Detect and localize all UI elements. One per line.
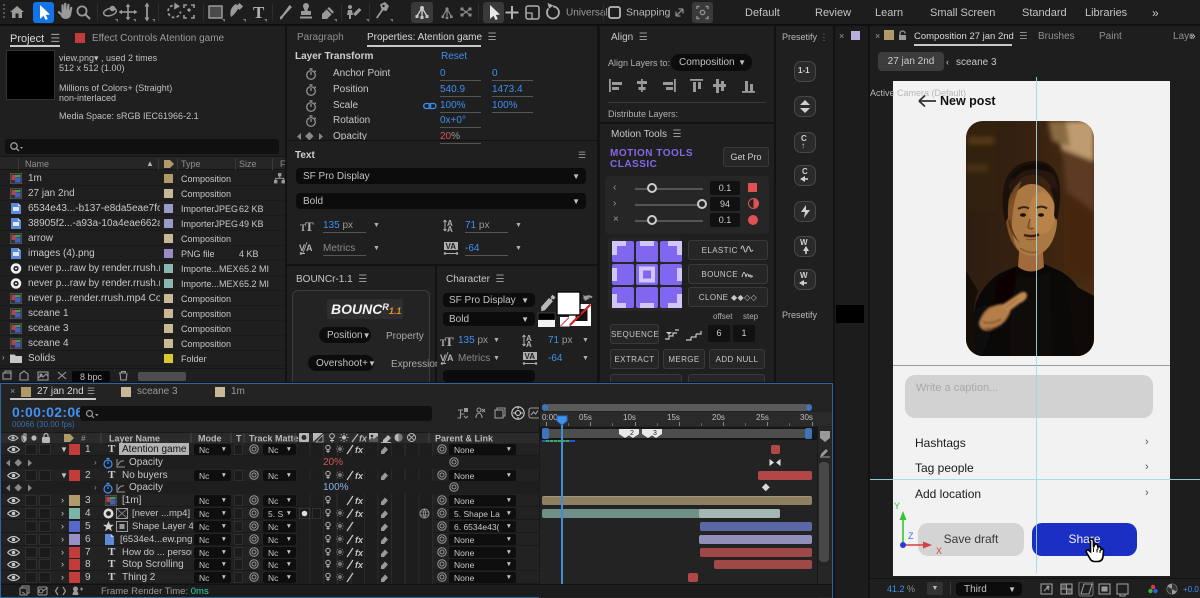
svg-text:»: » [1152, 6, 1159, 20]
svg-text:T: T [236, 434, 242, 444]
svg-text:fx: fx [355, 496, 364, 506]
svg-text:fx: fx [355, 445, 364, 455]
svg-text:V: V [299, 243, 305, 253]
svg-text:Mode: Mode [198, 434, 222, 444]
svg-text:A: A [447, 353, 454, 363]
svg-text:3: 3 [653, 430, 657, 437]
svg-text:Parent & Link: Parent & Link [435, 434, 494, 444]
svg-text:A: A [306, 243, 313, 253]
svg-text:T: T [253, 3, 265, 22]
svg-text:fx: fx [355, 535, 364, 545]
svg-text:Universal: Universal [566, 8, 608, 19]
svg-text:fx: fx [355, 560, 364, 570]
svg-text:Learn: Learn [875, 7, 903, 19]
svg-text:Z: Z [908, 531, 914, 541]
svg-text:Small Screen: Small Screen [930, 7, 995, 19]
svg-text:Snapping: Snapping [626, 7, 671, 19]
svg-text:VA: VA [446, 242, 457, 251]
svg-text:Default: Default [745, 7, 780, 19]
svg-text:2: 2 [630, 430, 634, 437]
svg-text:fx: fx [355, 471, 364, 481]
svg-text:Y: Y [894, 501, 900, 511]
svg-text:V: V [440, 353, 446, 363]
svg-text:X: X [936, 546, 942, 556]
svg-text:Track Matte: Track Matte [249, 434, 299, 444]
svg-text:Standard: Standard [1022, 7, 1067, 19]
svg-text:T: T [305, 219, 314, 232]
svg-text:fx: fx [355, 509, 364, 519]
svg-text:A: A [526, 340, 532, 347]
svg-text:8 bpc: 8 bpc [80, 372, 103, 382]
svg-text:Layer Name: Layer Name [109, 434, 160, 444]
svg-text:T: T [445, 334, 454, 347]
svg-text:Review: Review [815, 7, 851, 19]
svg-text:Libraries: Libraries [1085, 7, 1128, 19]
svg-text:fx: fx [359, 434, 368, 444]
svg-text:A: A [447, 225, 453, 232]
svg-text:fx: fx [355, 548, 364, 558]
svg-text:#: # [81, 434, 86, 443]
svg-text:VA: VA [525, 352, 536, 361]
